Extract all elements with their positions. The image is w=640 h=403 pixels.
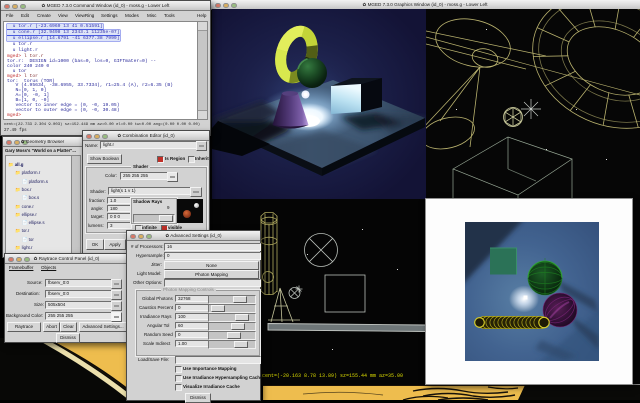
svg-text:cent=(-20.163 8.78 13.89) sz=1: cent=(-20.163 8.78 13.89) sz=155.44 mm a…	[262, 373, 403, 379]
